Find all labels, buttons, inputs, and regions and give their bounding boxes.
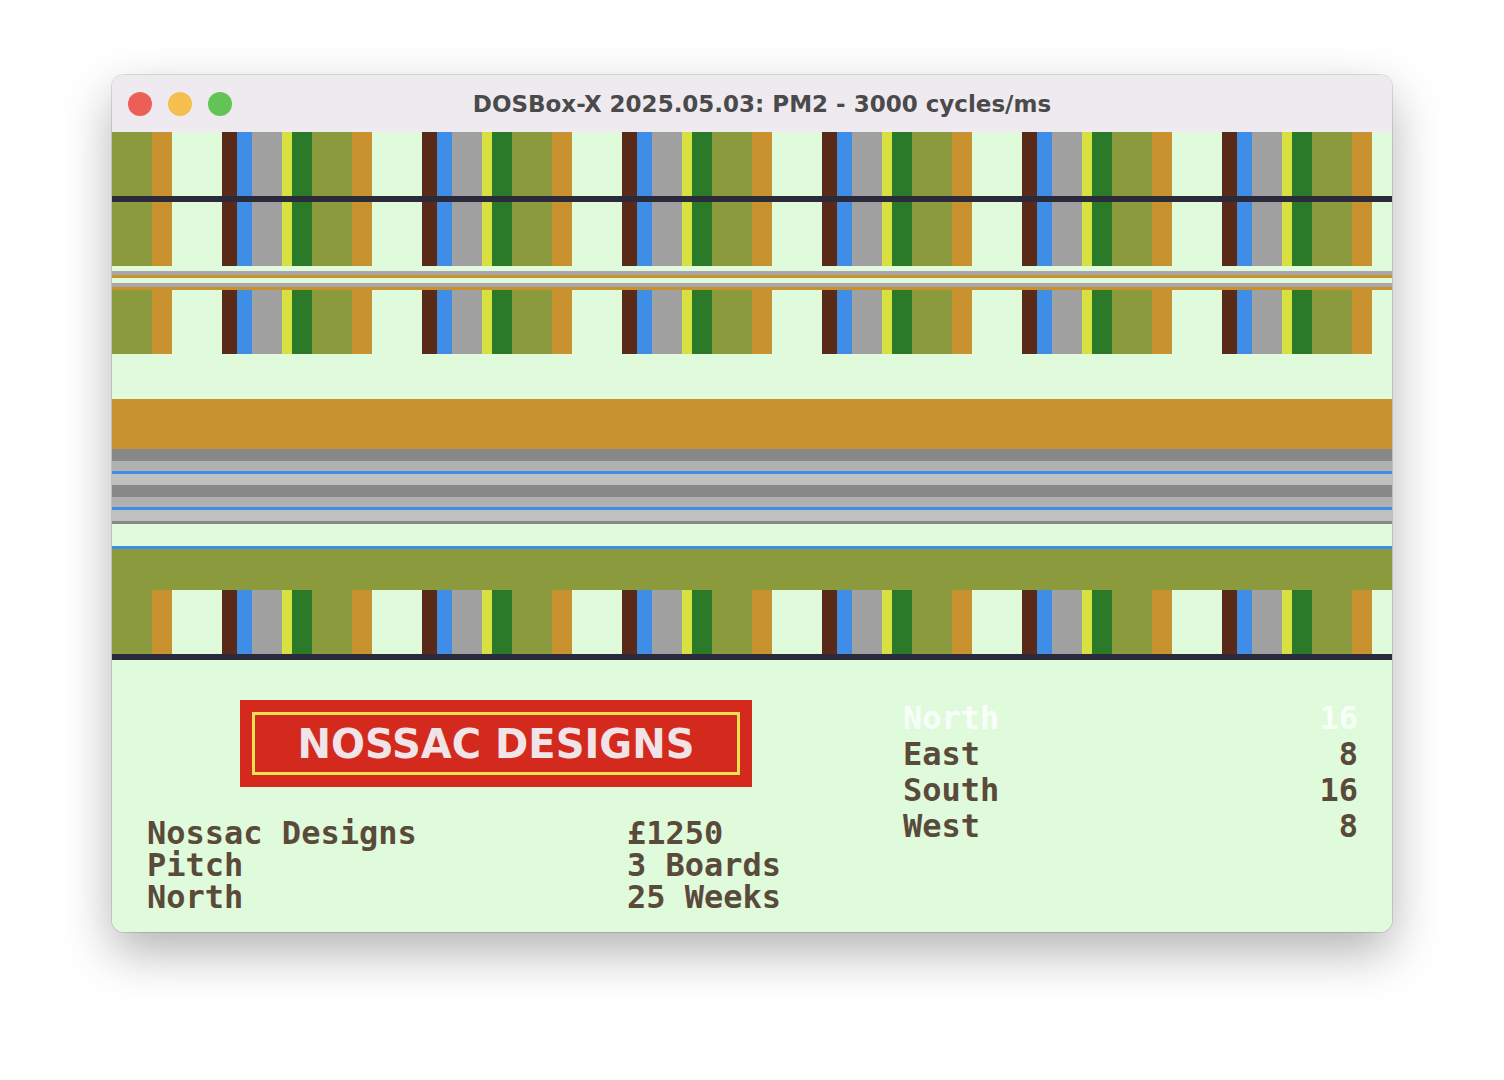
map-strip xyxy=(112,354,1392,399)
zoom-icon[interactable] xyxy=(208,92,232,116)
info-label: North xyxy=(147,881,627,913)
map-strip xyxy=(112,524,1392,549)
info-label: Nossac Designs xyxy=(147,817,627,849)
info-row: Nossac Designs£1250 xyxy=(147,817,903,849)
game-screen: NOSSAC DESIGNS Nossac Designs£1250Pitch3 … xyxy=(112,132,1392,932)
direction-list: North 16 East 8 South 16 West 8 xyxy=(903,700,1358,932)
direction-row[interactable]: North 16 xyxy=(903,700,1358,736)
minimize-icon[interactable] xyxy=(168,92,192,116)
map-strip xyxy=(112,449,1392,524)
map-strip xyxy=(112,590,1392,654)
direction-row[interactable]: West 8 xyxy=(903,808,1358,844)
direction-name: South xyxy=(903,772,999,808)
company-info: NOSSAC DESIGNS Nossac Designs£1250Pitch3 … xyxy=(147,700,903,932)
direction-value: 8 xyxy=(1339,736,1358,772)
info-list: Nossac Designs£1250Pitch3 BoardsNorth25 … xyxy=(147,817,903,913)
direction-row[interactable]: East 8 xyxy=(903,736,1358,772)
direction-name: North xyxy=(903,700,999,736)
direction-value: 8 xyxy=(1339,808,1358,844)
map-strip xyxy=(112,132,1392,196)
dosbox-window: DOSBox-X 2025.05.03: PM2 - 3000 cycles/m… xyxy=(112,75,1392,932)
direction-value: 16 xyxy=(1319,772,1358,808)
logo-frame: NOSSAC DESIGNS xyxy=(252,712,740,775)
desktop: DOSBox-X 2025.05.03: PM2 - 3000 cycles/m… xyxy=(0,0,1504,1080)
map-strip xyxy=(112,202,1392,266)
window-title: DOSBox-X 2025.05.03: PM2 - 3000 cycles/m… xyxy=(232,91,1392,117)
map-strip xyxy=(112,266,1392,290)
info-row: North25 Weeks xyxy=(147,881,903,913)
close-icon[interactable] xyxy=(128,92,152,116)
map-strip xyxy=(112,549,1392,590)
direction-value: 16 xyxy=(1319,700,1358,736)
map-strip xyxy=(112,290,1392,354)
info-row: Pitch3 Boards xyxy=(147,849,903,881)
map-strip xyxy=(112,399,1392,449)
window-controls xyxy=(112,92,232,116)
info-value: 25 Weeks xyxy=(627,881,903,913)
direction-name: West xyxy=(903,808,980,844)
direction-name: East xyxy=(903,736,980,772)
company-logo: NOSSAC DESIGNS xyxy=(240,700,752,787)
info-label: Pitch xyxy=(147,849,627,881)
info-panel: NOSSAC DESIGNS Nossac Designs£1250Pitch3 … xyxy=(112,660,1392,932)
info-value: £1250 xyxy=(627,817,903,849)
title-bar: DOSBox-X 2025.05.03: PM2 - 3000 cycles/m… xyxy=(112,75,1392,132)
city-map[interactable] xyxy=(112,132,1392,660)
direction-row[interactable]: South 16 xyxy=(903,772,1358,808)
info-value: 3 Boards xyxy=(627,849,903,881)
